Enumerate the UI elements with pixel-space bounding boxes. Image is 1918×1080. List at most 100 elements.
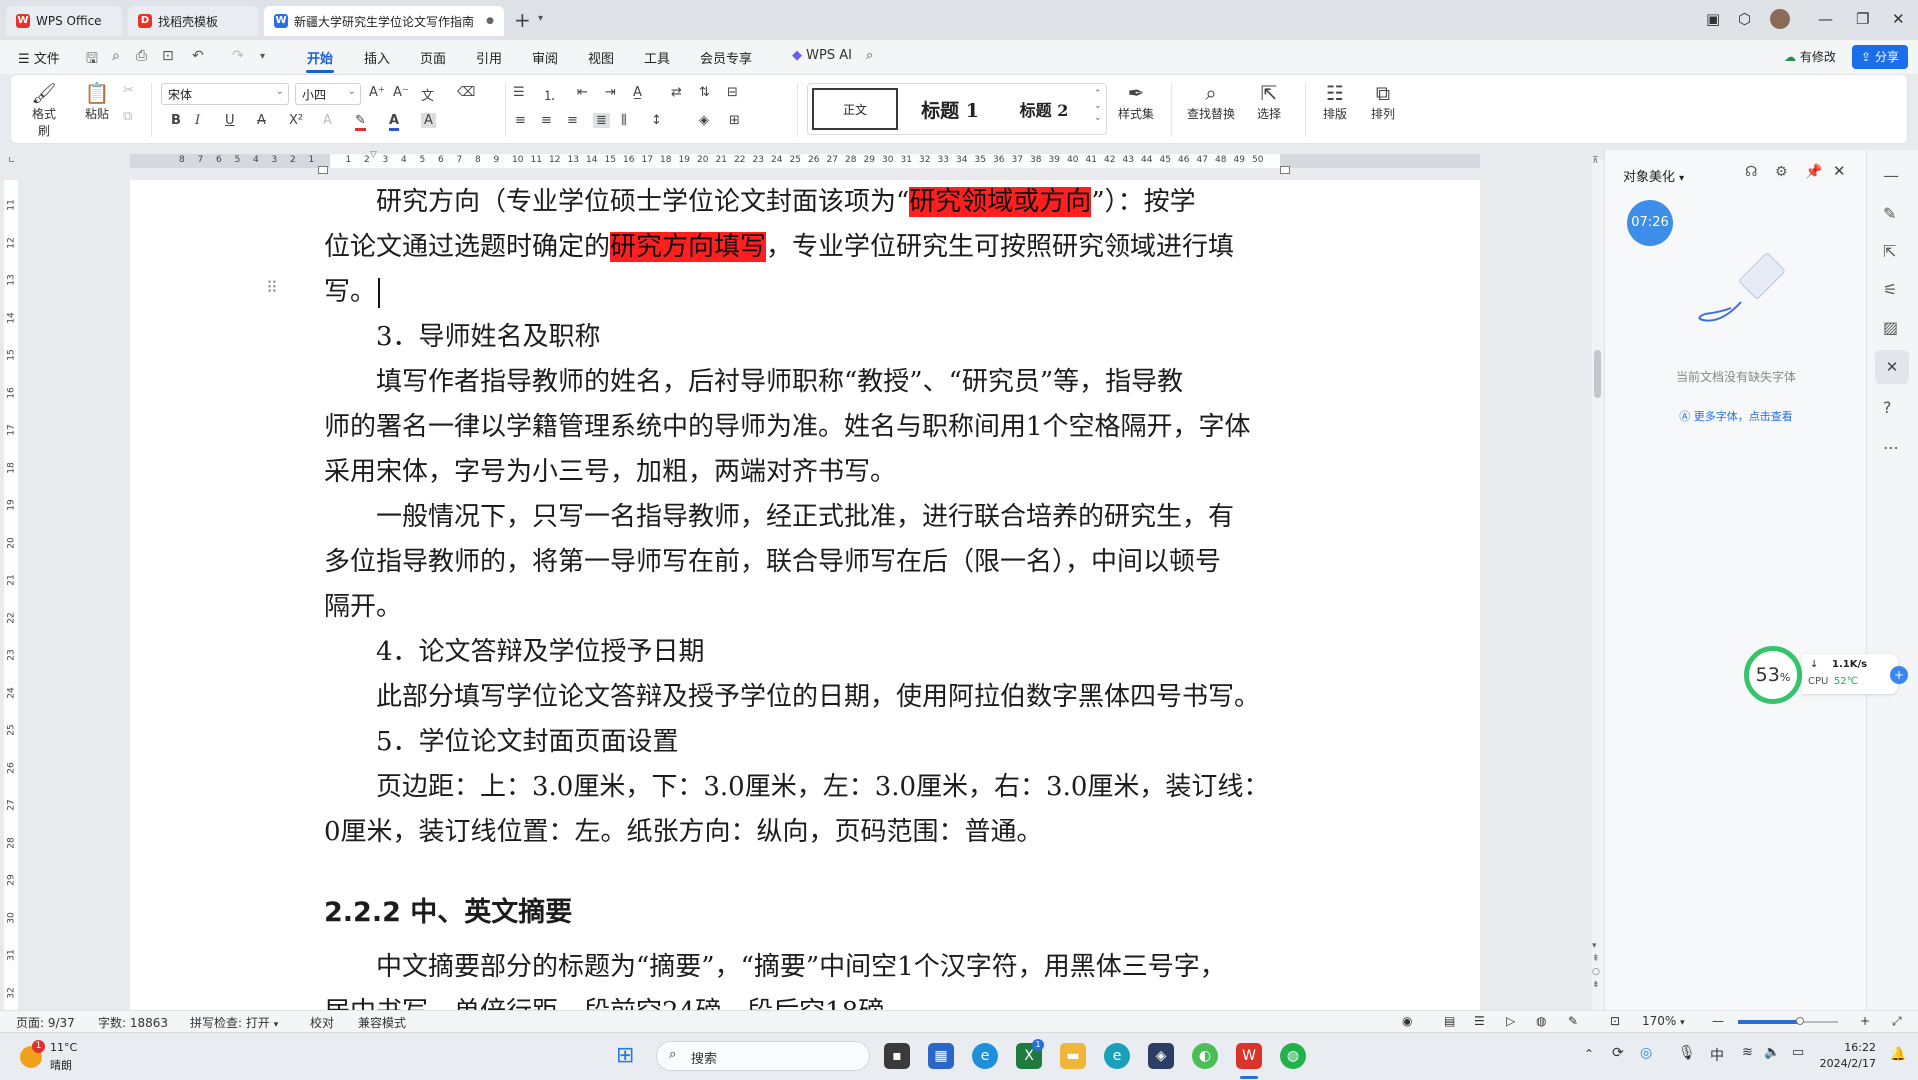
char-shading-icon[interactable]: A <box>421 113 436 128</box>
tools-icon[interactable]: ✕ <box>1875 350 1909 384</box>
search-icon[interactable]: ⌕ <box>866 48 873 63</box>
print-preview-icon[interactable]: ⊡ <box>162 48 174 64</box>
close-icon[interactable]: ✕ <box>1833 162 1846 180</box>
highlight-icon[interactable]: ✎ <box>355 113 366 131</box>
sort-icon[interactable]: ⇅ <box>699 85 710 100</box>
zoom-out-icon[interactable]: — <box>1712 1014 1724 1028</box>
edge-icon[interactable]: e <box>972 1043 998 1069</box>
superscript-icon[interactable]: X² <box>289 113 303 128</box>
layout-button[interactable]: ☷ 排版 <box>1315 81 1355 122</box>
wifi-icon[interactable]: ≋ <box>1742 1045 1753 1060</box>
font-color-icon[interactable]: A <box>389 113 400 131</box>
tab-modified-dot-icon[interactable]: ● <box>486 16 494 26</box>
scrollbar-thumb[interactable] <box>1594 350 1601 398</box>
select-button[interactable]: ⇱ 选择 <box>1247 81 1291 122</box>
file-menu[interactable]: ☰ 文件 <box>18 48 60 67</box>
tab-home[interactable]: 开始 <box>307 48 333 67</box>
style-normal[interactable]: 正文 <box>812 88 898 130</box>
write-icon[interactable]: ✎ <box>1568 1014 1578 1028</box>
tab-references[interactable]: 引用 <box>476 48 502 67</box>
numbered-list-icon[interactable]: ⒈ <box>543 85 556 104</box>
wps-taskbar-icon[interactable]: W <box>1236 1043 1262 1069</box>
show-marks-icon[interactable]: ⊟ <box>727 85 738 100</box>
drag-handle-icon[interactable]: ⠿ <box>266 278 278 297</box>
file-explorer-icon[interactable]: ▬ <box>1060 1043 1086 1069</box>
paragraph-line[interactable]: 页边距：上：3.0厘米，下：3.0厘米，左：3.0厘米，右：3.0厘米，装订线： <box>324 765 1288 810</box>
style-heading-2[interactable]: 标题 2 <box>998 88 1090 130</box>
paragraph-line[interactable]: 0厘米，装订线位置：左。纸张方向：纵向，页码范围：普通。 <box>324 810 1288 855</box>
edge-beta-icon[interactable]: e <box>1104 1043 1130 1069</box>
restore-button[interactable]: ❐ <box>1856 10 1869 28</box>
new-tab-button[interactable]: + <box>514 8 531 32</box>
pointer-icon[interactable]: ⇱ <box>1883 242 1896 261</box>
find-replace-button[interactable]: ⌕ 查找替换 <box>1181 81 1241 122</box>
headset-icon[interactable]: ☊ <box>1745 164 1757 180</box>
heading-defense-date[interactable]: 4．论文答辩及学位授予日期 <box>324 630 1288 675</box>
gallery-scroll-icon[interactable]: ⌃ ⌄ ⌄ <box>1094 88 1102 124</box>
arrange-button[interactable]: ⧉ 排列 <box>1363 81 1403 122</box>
print-icon[interactable]: ⎙ <box>136 48 147 64</box>
proofread-button[interactable]: 校对 <box>310 1014 334 1031</box>
ime-indicator[interactable]: 中 <box>1710 1045 1724 1065</box>
notification-bell-icon[interactable]: 🔔 <box>1890 1047 1906 1062</box>
web-view-icon[interactable]: ◍ <box>1536 1014 1546 1028</box>
paragraph-line[interactable]: 写。 <box>324 270 1288 315</box>
wechat-icon[interactable]: ◍ <box>1280 1043 1306 1069</box>
windows-start-icon[interactable]: ⊞ <box>616 1045 634 1067</box>
format-painter-button[interactable]: 🖌 格式刷 <box>27 81 61 139</box>
paragraph-line[interactable]: 师的署名一律以学籍管理系统中的导师为准。姓名与职称间用1个空格隔开，字体 <box>324 405 1288 450</box>
spell-check[interactable]: 拼写检查: 打开 ▾ <box>190 1014 278 1031</box>
wps-ai-button[interactable]: ◆ WPS AI <box>792 48 852 63</box>
increase-indent-icon[interactable]: ⇥ <box>605 85 616 100</box>
eye-icon[interactable]: ◉ <box>1402 1014 1412 1028</box>
heading-abstract[interactable]: 2.2.2 中、英文摘要 <box>324 890 572 929</box>
page-view-icon[interactable]: ▤ <box>1444 1014 1455 1028</box>
strikethrough-icon[interactable]: A <box>257 113 266 128</box>
tab-review[interactable]: 审阅 <box>532 48 558 67</box>
more-icon[interactable]: ⋯ <box>1883 438 1899 457</box>
microphone-icon[interactable]: 🎙 <box>1678 1045 1696 1061</box>
paragraph-line[interactable]: 此部分填写学位论文答辩及授予学位的日期，使用阿拉伯数字黑体四号书写。 <box>324 675 1288 720</box>
zoom-in-icon[interactable]: + <box>1860 1014 1870 1028</box>
justify-icon[interactable]: ≣ <box>593 113 610 128</box>
pin-icon[interactable]: 📌 <box>1805 164 1822 180</box>
chevron-down-icon[interactable]: ▾ <box>260 51 265 62</box>
line-spacing-icon[interactable]: ↕ <box>651 113 662 128</box>
fit-page-icon[interactable]: ⊡ <box>1610 1014 1620 1028</box>
green-app-icon[interactable]: ◐ <box>1192 1043 1218 1069</box>
paragraph-line[interactable]: 多位指导教师的，将第一导师写在前，联合导师写在后（限一名），中间以顿号 <box>324 540 1288 585</box>
cube-icon[interactable]: ⬡ <box>1738 10 1751 28</box>
system-monitor-widget[interactable]: 53% ↓ 1.1K/s CPU 52℃ + <box>1744 646 1912 704</box>
tray-app-icon[interactable]: ◎ <box>1640 1045 1652 1061</box>
align-center-icon[interactable]: ≡ <box>541 113 552 128</box>
style-set-button[interactable]: ✒ 样式集 <box>1111 81 1161 122</box>
export-icon[interactable]: ⌕ <box>112 48 120 64</box>
paste-button[interactable]: 📋 粘贴 <box>77 81 117 122</box>
shading-icon[interactable]: ◈ <box>699 113 709 128</box>
paragraph-line[interactable]: 中文摘要部分的标题为“摘要”，“摘要”中间空1个汉字符，用黑体三号字， <box>324 945 1288 990</box>
decrease-indent-icon[interactable]: ⇤ <box>577 85 588 100</box>
zoom-slider-thumb[interactable] <box>1796 1017 1804 1025</box>
avatar[interactable] <box>1770 9 1790 29</box>
clock-time[interactable]: 16:22 <box>1826 1041 1876 1054</box>
tab-tools[interactable]: 工具 <box>644 48 670 67</box>
layout-icon[interactable]: ▣ <box>1706 10 1720 28</box>
tab-wps-office[interactable]: W WPS Office <box>6 6 122 36</box>
pen-icon[interactable]: ✎ <box>1883 204 1896 223</box>
vscode-icon[interactable]: ◈ <box>1148 1043 1174 1069</box>
help-icon[interactable]: ? <box>1883 398 1892 417</box>
align-left-icon[interactable]: ≡ <box>515 113 526 128</box>
shrink-font-icon[interactable]: A⁻ <box>393 85 409 100</box>
asian-layout-icon[interactable]: A̲ <box>633 85 642 100</box>
changes-button[interactable]: ☁ 有修改 <box>1784 48 1836 65</box>
monitor-plus-icon[interactable]: + <box>1890 666 1908 684</box>
paragraph-research-direction[interactable]: 研究方向（专业学位硕士学位论文封面该项为“研究领域或方向”）：按学 <box>324 180 1288 225</box>
outline-view-icon[interactable]: ☰ <box>1474 1014 1485 1028</box>
page-indicator[interactable]: 页面: 9/37 <box>16 1014 75 1031</box>
paragraph-line[interactable]: 采用宋体，字号为小三号，加粗，两端对齐书写。 <box>324 450 1288 495</box>
paragraph-line[interactable]: 位论文通过选题时确定的研究方向填写，专业学位研究生可按照研究领域进行填 <box>324 225 1288 270</box>
vertical-scrollbar[interactable] <box>1592 160 1604 1010</box>
sort-swap-icon[interactable]: ⇄ <box>671 85 682 100</box>
save-icon[interactable]: 🖫 <box>86 48 98 72</box>
tab-page[interactable]: 页面 <box>420 48 446 67</box>
